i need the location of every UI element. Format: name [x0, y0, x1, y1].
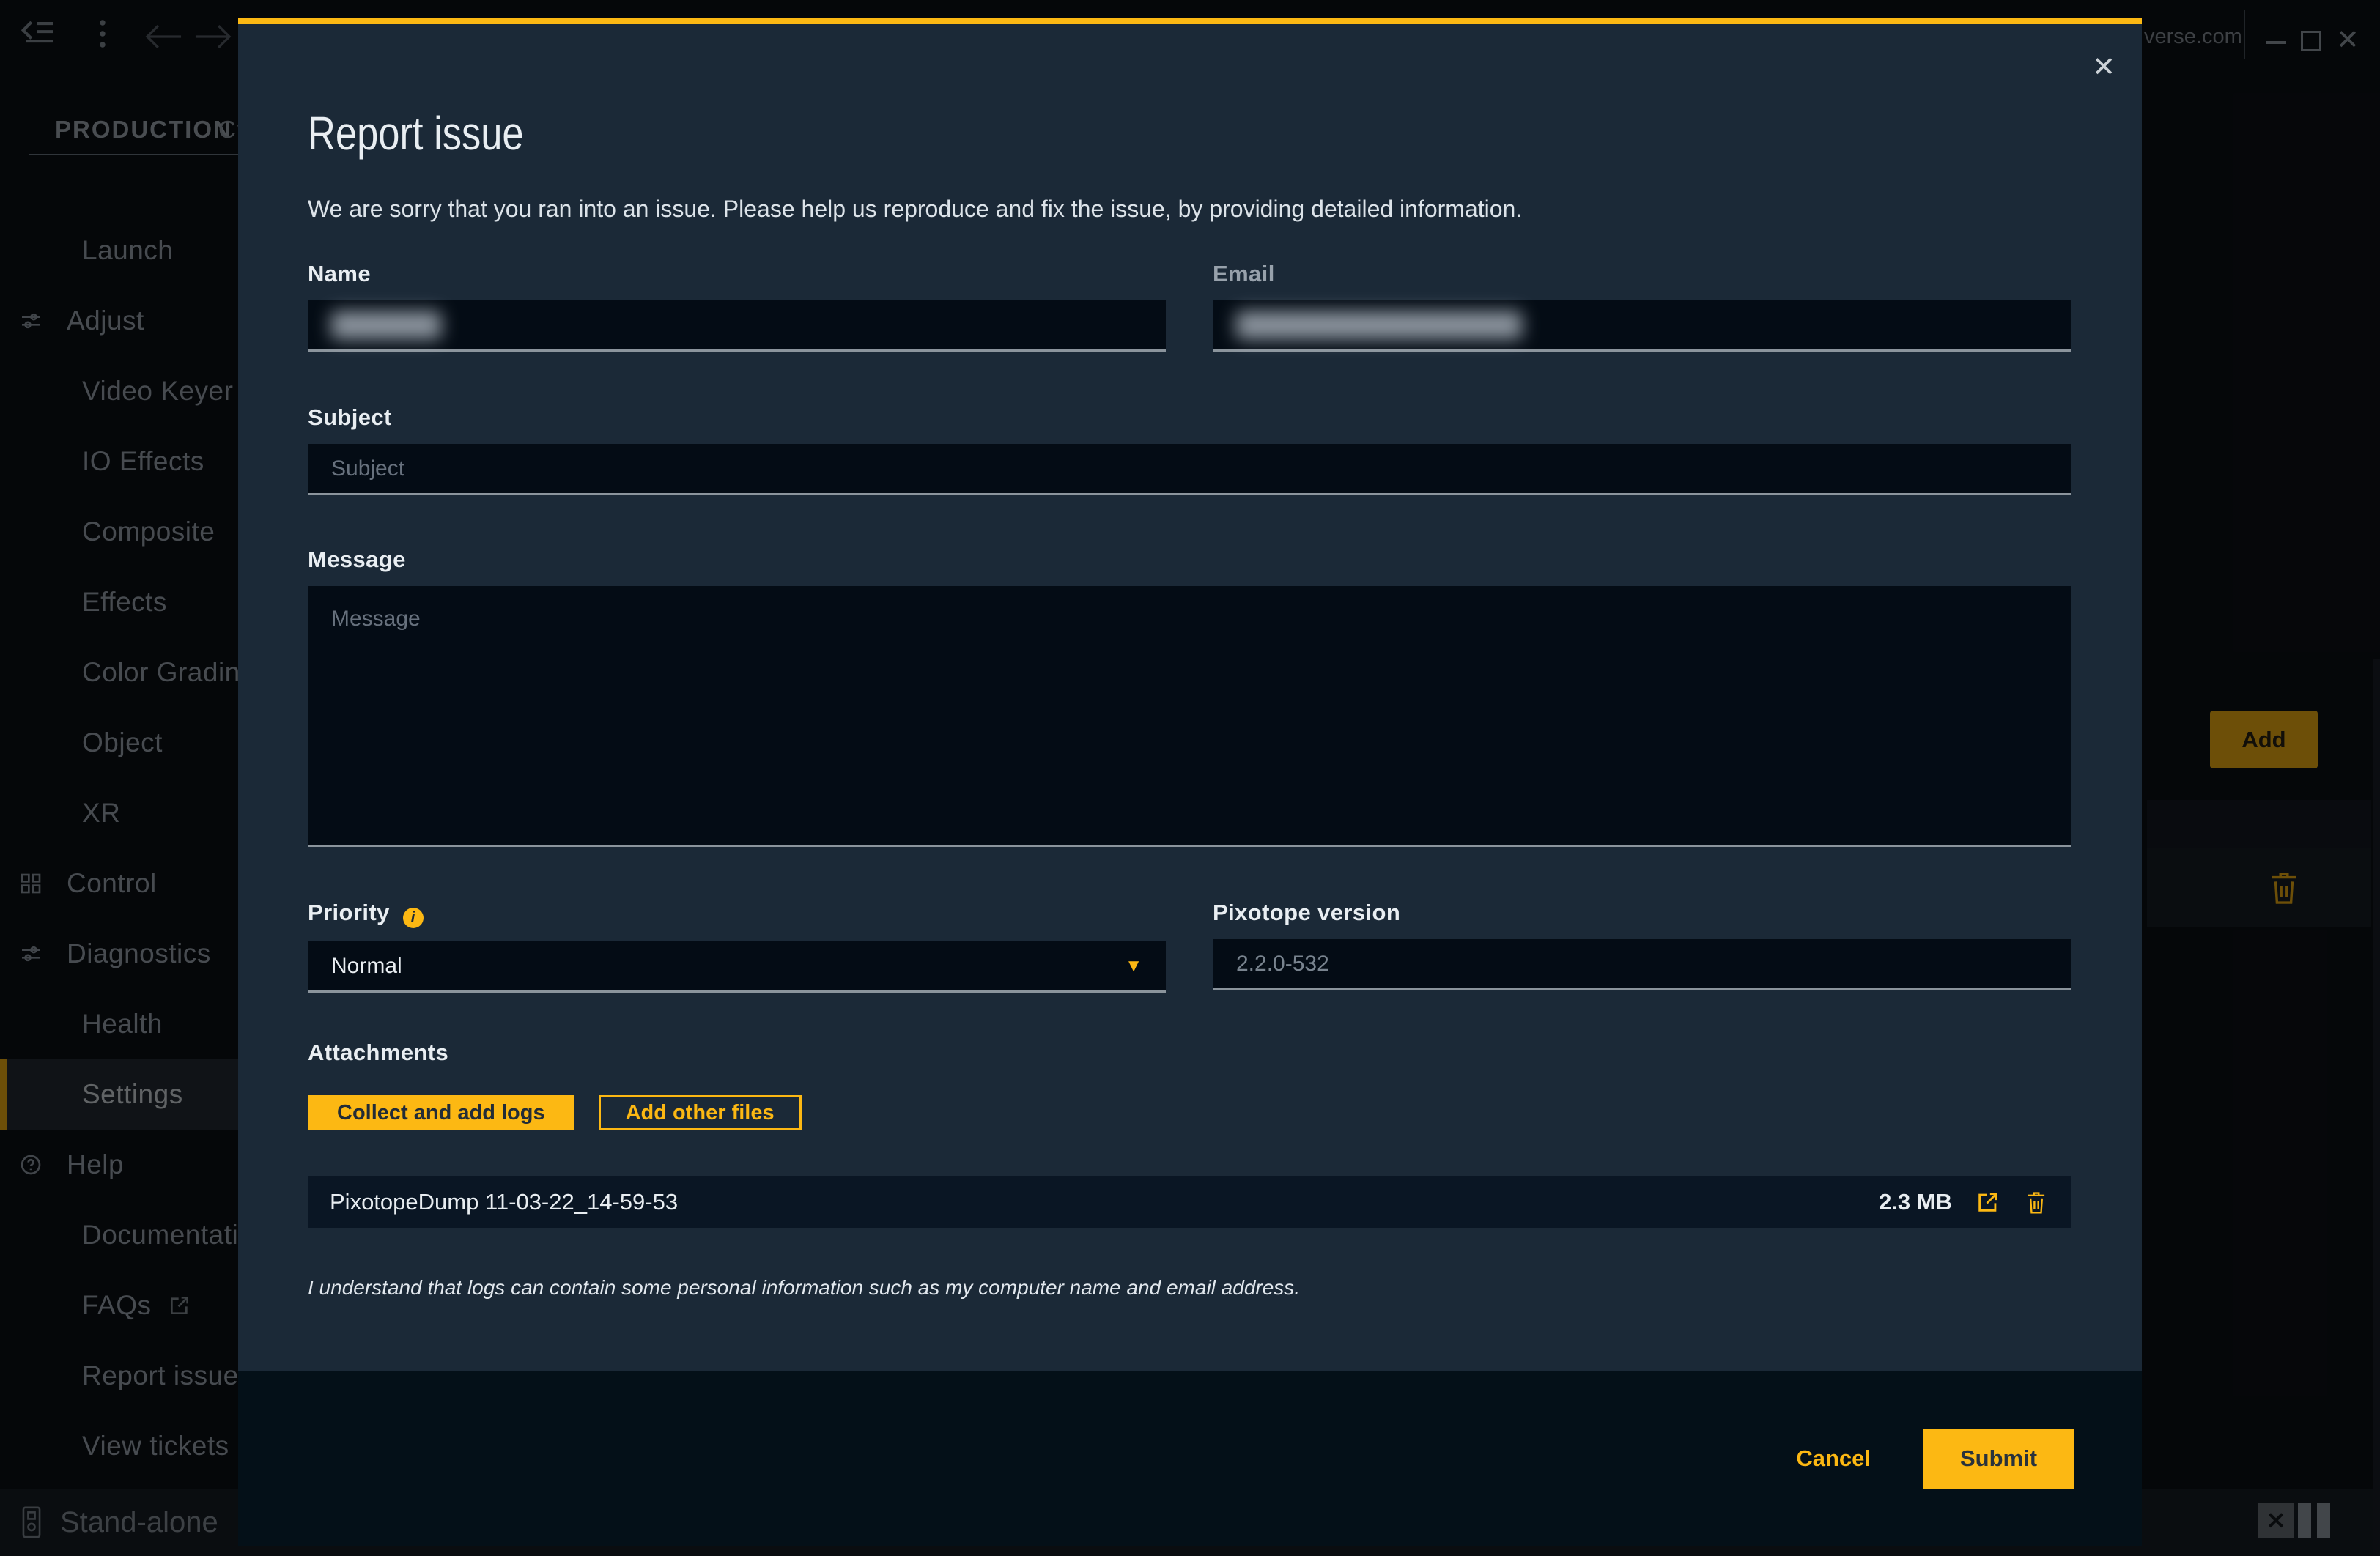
subject-label: Subject — [308, 404, 2071, 431]
modal-accent-bar — [238, 18, 2142, 24]
add-other-files-button[interactable]: Add other files — [599, 1095, 802, 1130]
priority-label: Priorityi — [308, 900, 1166, 928]
email-label: Email — [1213, 261, 2071, 287]
cancel-button[interactable]: Cancel — [1796, 1445, 1871, 1472]
dialog-footer: Cancel Submit — [238, 1371, 2142, 1546]
priority-select[interactable]: Normal ▼ — [308, 941, 1166, 993]
collect-logs-button[interactable]: Collect and add logs — [308, 1095, 574, 1130]
name-value-redacted — [331, 311, 441, 339]
message-placeholder: Message — [331, 607, 421, 631]
report-issue-dialog: ✕ Report issue We are sorry that you ran… — [238, 18, 2142, 1546]
open-external-icon[interactable] — [1976, 1190, 2000, 1215]
attachment-name: PixotopeDump 11-03-22_14-59-53 — [330, 1189, 678, 1215]
dropdown-caret-icon: ▼ — [1125, 956, 1142, 977]
attachment-size: 2.3 MB — [1879, 1189, 1952, 1215]
dialog-title: Report issue — [308, 106, 1753, 160]
submit-button[interactable]: Submit — [1923, 1429, 2074, 1489]
version-value: 2.2.0-532 — [1236, 952, 1329, 977]
close-dialog-icon[interactable]: ✕ — [2092, 53, 2115, 81]
name-label: Name — [308, 261, 1166, 287]
message-label: Message — [308, 547, 2071, 573]
dialog-body: Report issue We are sorry that you ran i… — [238, 24, 2142, 1300]
email-input[interactable] — [1213, 300, 2071, 352]
subject-placeholder: Subject — [331, 456, 404, 481]
version-label: Pixotope version — [1213, 900, 2071, 926]
attachments-label: Attachments — [308, 1040, 2071, 1066]
screen: verse.com ✕ PRODUCTION Ct LaunchAdjustVi… — [0, 0, 2380, 1556]
logs-disclaimer: I understand that logs can contain some … — [308, 1276, 2071, 1300]
dialog-description: We are sorry that you ran into an issue.… — [308, 196, 2071, 223]
name-input[interactable] — [308, 300, 1166, 352]
email-value-redacted — [1236, 311, 1522, 339]
delete-attachment-icon[interactable] — [2024, 1190, 2049, 1215]
priority-value: Normal — [331, 954, 402, 979]
version-input[interactable]: 2.2.0-532 — [1213, 939, 2071, 990]
info-icon[interactable]: i — [403, 908, 424, 928]
message-input[interactable]: Message — [308, 586, 2071, 847]
attachment-row: PixotopeDump 11-03-22_14-59-53 2.3 MB — [308, 1176, 2071, 1228]
subject-input[interactable]: Subject — [308, 444, 2071, 495]
